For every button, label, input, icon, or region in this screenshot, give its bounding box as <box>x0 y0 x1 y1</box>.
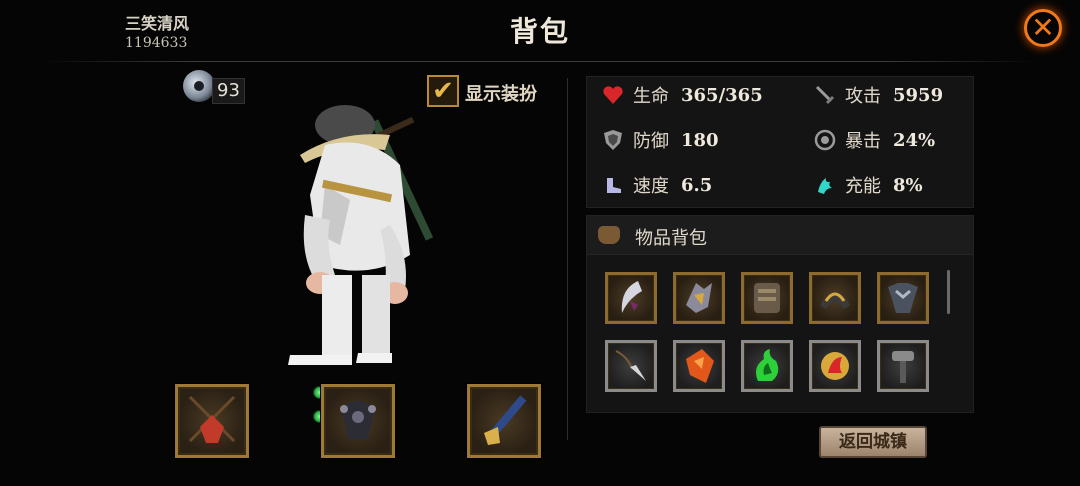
character-model <box>288 105 434 365</box>
bag-icon <box>598 226 620 244</box>
inventory-item-3[interactable] <box>741 272 793 324</box>
show-costume-checkbox[interactable]: ✔ <box>427 75 459 107</box>
inventory-title: 物品背包 <box>635 228 707 249</box>
attack-label: 攻击 <box>845 86 881 107</box>
checkmark-icon: ✔ <box>432 76 454 106</box>
iron-hammer-icon <box>892 351 914 383</box>
chest-armor-icon <box>754 283 780 313</box>
inventory-header: 物品背包 <box>587 216 973 255</box>
panel-divider <box>567 78 568 440</box>
green-flame-icon <box>756 349 779 381</box>
red-amulet-icon <box>188 395 236 443</box>
energy-label: 充能 <box>845 176 881 197</box>
fire-orb-icon <box>821 352 849 380</box>
hp-value: 365/365 <box>681 84 763 106</box>
inventory-item-8[interactable] <box>741 340 793 392</box>
heart-icon <box>601 83 625 107</box>
attack-value: 5959 <box>893 84 944 106</box>
inventory-item-10[interactable] <box>877 340 929 392</box>
crit-label: 暴击 <box>845 131 881 152</box>
player-name: 三笑清风 <box>125 14 190 33</box>
dark-armor-icon <box>340 401 376 439</box>
orange-shard-icon <box>686 349 714 383</box>
hp-label: 生命 <box>633 86 669 107</box>
inventory-scrollbar[interactable] <box>947 270 950 314</box>
dagger-necklace-icon <box>615 350 646 381</box>
golden-gauntlet-icon <box>686 283 712 313</box>
stat-hp: 生命 365/365 <box>601 82 763 108</box>
page-title: 背包 <box>509 15 570 48</box>
inventory-item-1[interactable] <box>605 272 657 324</box>
stat-defense: 防御 180 <box>601 127 719 153</box>
sword-icon <box>813 83 837 107</box>
show-costume-label[interactable]: 显示装扮 <box>465 80 537 106</box>
equipment-slot-amulet[interactable] <box>175 384 249 458</box>
crit-value: 24% <box>893 129 936 151</box>
energy-flame-icon <box>813 173 837 197</box>
stat-energy: 充能 8% <box>813 172 923 198</box>
defense-label: 防御 <box>633 131 669 152</box>
defense-value: 180 <box>681 129 719 151</box>
player-id: 1194633 <box>125 35 188 51</box>
stat-speed: 速度 6.5 <box>601 172 712 198</box>
gem-count: 93 <box>212 78 245 104</box>
inventory-item-4[interactable] <box>809 272 861 324</box>
golden-staff-icon <box>484 395 527 445</box>
gem-currency-icon <box>183 70 215 102</box>
stat-crit: 暴击 24% <box>813 127 935 153</box>
inventory-item-7[interactable] <box>673 340 725 392</box>
inventory-panel: 物品背包 <box>586 215 974 413</box>
inventory-item-6[interactable] <box>605 340 657 392</box>
close-button[interactable]: ✕ <box>1024 9 1062 47</box>
shield-icon <box>601 128 625 152</box>
crit-target-icon <box>813 128 837 152</box>
return-to-town-button[interactable]: 返回城镇 <box>819 426 927 458</box>
boot-icon <box>601 173 625 197</box>
inventory-item-5[interactable] <box>877 272 929 324</box>
stat-attack: 攻击 5959 <box>813 82 943 108</box>
speed-value: 6.5 <box>681 174 713 196</box>
crescent-blade-icon <box>621 281 642 313</box>
close-x-icon: ✕ <box>1031 11 1055 44</box>
spiked-armor-icon <box>888 283 918 313</box>
speed-label: 速度 <box>633 176 669 197</box>
inventory-item-2[interactable] <box>673 272 725 324</box>
inventory-item-9[interactable] <box>809 340 861 392</box>
energy-value: 8% <box>893 174 923 196</box>
equipment-slot-weapon[interactable] <box>467 384 541 458</box>
stats-panel: 生命 365/365 攻击 5959 防御 180 暴击 24% 速度 6.5 … <box>586 76 974 208</box>
equipment-slot-armor[interactable] <box>321 384 395 458</box>
helmet-icon <box>820 292 850 309</box>
header-divider <box>40 61 1040 62</box>
